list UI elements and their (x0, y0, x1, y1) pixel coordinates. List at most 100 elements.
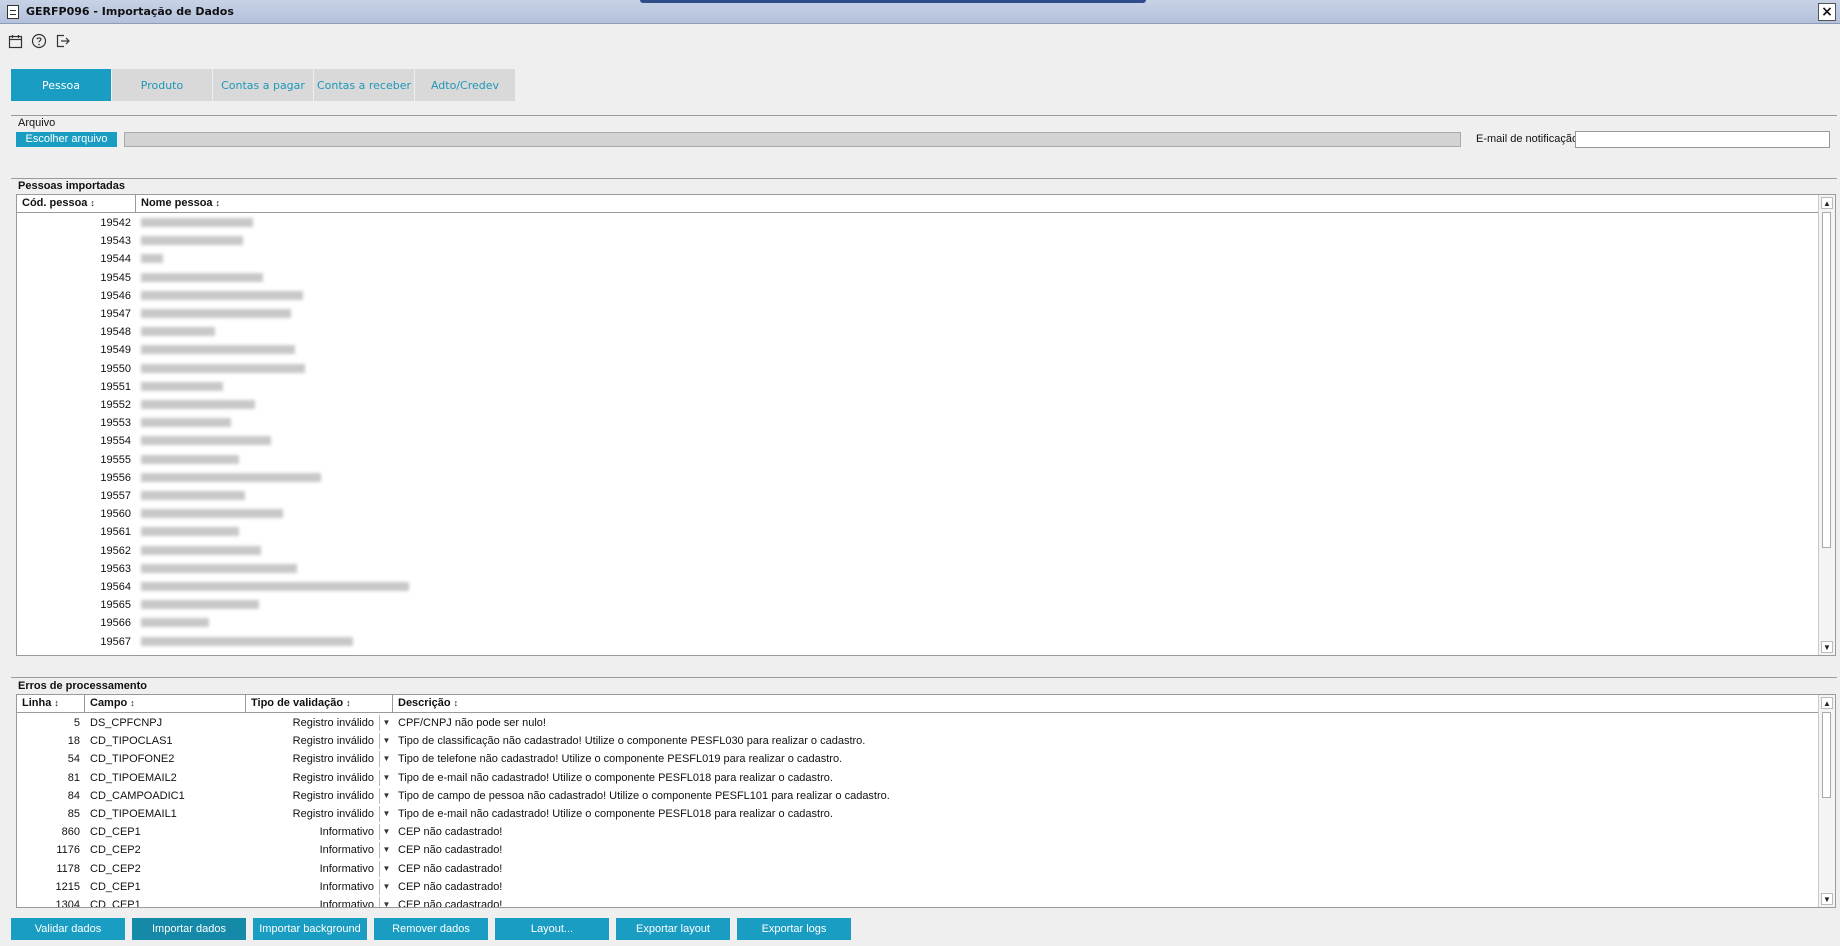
table-row[interactable]: 84 CD_CAMPOADIC1 Registro inválido ▼ Tipo de… (17, 787, 1820, 805)
chevron-down-icon[interactable]: ▼ (379, 824, 393, 841)
validar-dados-button[interactable]: Validar dados (11, 918, 125, 940)
nome-pessoa-cell (136, 232, 1820, 250)
chevron-down-icon[interactable]: ▼ (379, 769, 393, 786)
table-row[interactable]: 19557 (17, 487, 1820, 505)
table-row[interactable]: 19545 (17, 269, 1820, 287)
redacted-name (141, 290, 303, 300)
chevron-down-icon[interactable]: ▼ (379, 733, 393, 750)
tab-pessoa[interactable]: Pessoa (11, 69, 111, 101)
table-row[interactable]: 18 CD_TIPOCLAS1 Registro inválido ▼ Tipo de … (17, 732, 1820, 750)
scroll-up-icon[interactable]: ▲ (1821, 197, 1833, 209)
campo-cell: DS_CPFCNPJ (90, 717, 163, 729)
help-icon[interactable] (30, 32, 48, 50)
exportar-logs-button[interactable]: Exportar logs (737, 918, 851, 940)
redacted-name (141, 472, 321, 482)
chevron-down-icon[interactable]: ▼ (379, 897, 393, 907)
tipo-validacao-select[interactable]: Registro inválido ▼ (246, 769, 393, 787)
tipo-validacao-select[interactable]: Registro inválido ▼ (246, 732, 393, 750)
table-row[interactable]: 19561 (17, 523, 1820, 541)
table-row[interactable]: 19546 (17, 287, 1820, 305)
table-row[interactable]: 860 CD_CEP1 Informativo ▼ CEP não cadastrado… (17, 823, 1820, 841)
remover-dados-button[interactable]: Remover dados (374, 918, 488, 940)
table-row[interactable]: 19565 (17, 596, 1820, 614)
layout-button[interactable]: Layout... (495, 918, 609, 940)
table-row[interactable]: 19551 (17, 378, 1820, 396)
table-row[interactable]: 1215 CD_CEP1 Informativo ▼ CEP não cadastrad… (17, 878, 1820, 896)
table-row[interactable]: 19562 (17, 542, 1820, 560)
redacted-name (141, 454, 239, 464)
table-row[interactable]: 5 DS_CPFCNPJ Registro inválido ▼ CPF/CNPJ nã… (17, 714, 1820, 732)
exportar-layout-button[interactable]: Exportar layout (616, 918, 730, 940)
chevron-down-icon[interactable]: ▼ (379, 715, 393, 731)
table-row[interactable]: 19542 (17, 214, 1820, 232)
tab-adto-credev[interactable]: Adto/Credev (415, 69, 515, 101)
chevron-down-icon[interactable]: ▼ (379, 842, 393, 859)
tipo-validacao-select[interactable]: Registro inválido ▼ (246, 805, 393, 823)
importar-background-button[interactable]: Importar background (253, 918, 367, 940)
table-row[interactable]: 19547 (17, 305, 1820, 323)
chevron-down-icon[interactable]: ▼ (379, 878, 393, 895)
table-row[interactable]: 19563 (17, 560, 1820, 578)
cod-pessoa-cell: 19552 (100, 399, 131, 411)
table-row[interactable]: 1176 CD_CEP2 Informativo ▼ CEP não cadastrad… (17, 841, 1820, 859)
scroll-down-icon[interactable]: ▼ (1821, 641, 1833, 653)
table-row[interactable]: 19544 (17, 250, 1820, 268)
cod-pessoa-cell: 19555 (100, 453, 131, 466)
close-icon[interactable]: × (1818, 3, 1836, 21)
chevron-down-icon[interactable]: ▼ (379, 860, 393, 877)
table-row[interactable]: 54 CD_TIPOFONE2 Registro inválido ▼ Tipo de … (17, 750, 1820, 768)
tab-produto[interactable]: Produto (112, 69, 212, 101)
table-row[interactable]: 1178 CD_CEP2 Informativo ▼ CEP não cadastrad… (17, 860, 1820, 878)
scrollbar-thumb[interactable] (1822, 212, 1831, 548)
importar-dados-button[interactable]: Importar dados (132, 918, 246, 940)
scrollbar-thumb[interactable] (1822, 712, 1831, 798)
tipo-validacao-select[interactable]: Registro inválido ▼ (246, 787, 393, 805)
chevron-down-icon[interactable]: ▼ (379, 806, 393, 822)
column-header-linha[interactable]: Linha ↕ (17, 695, 85, 712)
column-header-campo[interactable]: Campo ↕ (85, 695, 246, 712)
tipo-validacao-select[interactable]: Informativo ▼ (246, 878, 393, 896)
table-row[interactable]: 85 CD_TIPOEMAIL1 Registro inválido ▼ Tipo de… (17, 805, 1820, 823)
chevron-down-icon[interactable]: ▼ (379, 787, 393, 804)
column-header-cod-pessoa[interactable]: Cód. pessoa ↕ (17, 195, 136, 212)
scroll-down-icon[interactable]: ▼ (1821, 893, 1833, 905)
campo-cell: CD_CAMPOADIC1 (90, 789, 185, 802)
table-row[interactable]: 19567 (17, 633, 1820, 651)
table-row[interactable]: 19554 (17, 432, 1820, 450)
tipo-validacao-select[interactable]: Registro inválido ▼ (246, 750, 393, 768)
table-row[interactable]: 1304 CD_CEP1 Informativo ▼ CEP não cadastrad… (17, 896, 1820, 907)
tab-contas-a-receber[interactable]: Contas a receber (314, 69, 414, 101)
tipo-validacao-select[interactable]: Informativo ▼ (246, 823, 393, 841)
email-field[interactable] (1575, 131, 1830, 148)
table-row[interactable]: 19566 (17, 614, 1820, 632)
column-header-tipo-validacao[interactable]: Tipo de validação ↕ (246, 695, 393, 712)
table-row[interactable]: 19556 (17, 469, 1820, 487)
table-row[interactable]: 19555 (17, 451, 1820, 469)
tipo-validacao-select[interactable]: Registro inválido ▼ (246, 714, 393, 732)
calendar-icon[interactable] (6, 32, 24, 50)
table-row[interactable]: 81 CD_TIPOEMAIL2 Registro inválido ▼ Tipo de… (17, 769, 1820, 787)
table-row[interactable]: 19553 (17, 414, 1820, 432)
choose-file-button[interactable]: Escolher arquivo (16, 132, 117, 147)
column-header-nome-pessoa[interactable]: Nome pessoa ↕ (136, 195, 1820, 212)
table-row[interactable]: 19550 (17, 360, 1820, 378)
vertical-scrollbar[interactable]: ▲ ▼ (1818, 695, 1835, 907)
table-row[interactable]: 19548 (17, 323, 1820, 341)
linha-cell: 5 (73, 717, 80, 729)
scroll-up-icon[interactable]: ▲ (1821, 697, 1833, 709)
exit-icon[interactable] (54, 32, 72, 50)
tab-contas-a-pagar[interactable]: Contas a pagar (213, 69, 313, 101)
tipo-validacao-select[interactable]: Informativo ▼ (246, 896, 393, 907)
tipo-validacao-value: Informativo (319, 844, 374, 857)
table-row[interactable]: 19552 (17, 396, 1820, 414)
chevron-down-icon[interactable]: ▼ (379, 751, 393, 768)
column-header-descricao[interactable]: Descrição ↕ (393, 695, 1820, 712)
vertical-scrollbar[interactable]: ▲ ▼ (1818, 195, 1835, 655)
table-row[interactable]: 19549 (17, 341, 1820, 359)
tipo-validacao-select[interactable]: Informativo ▼ (246, 841, 393, 859)
table-row[interactable]: 19564 (17, 578, 1820, 596)
tipo-validacao-select[interactable]: Informativo ▼ (246, 860, 393, 878)
table-row[interactable]: 19560 (17, 505, 1820, 523)
linha-cell: 54 (67, 753, 80, 766)
table-row[interactable]: 19543 (17, 232, 1820, 250)
